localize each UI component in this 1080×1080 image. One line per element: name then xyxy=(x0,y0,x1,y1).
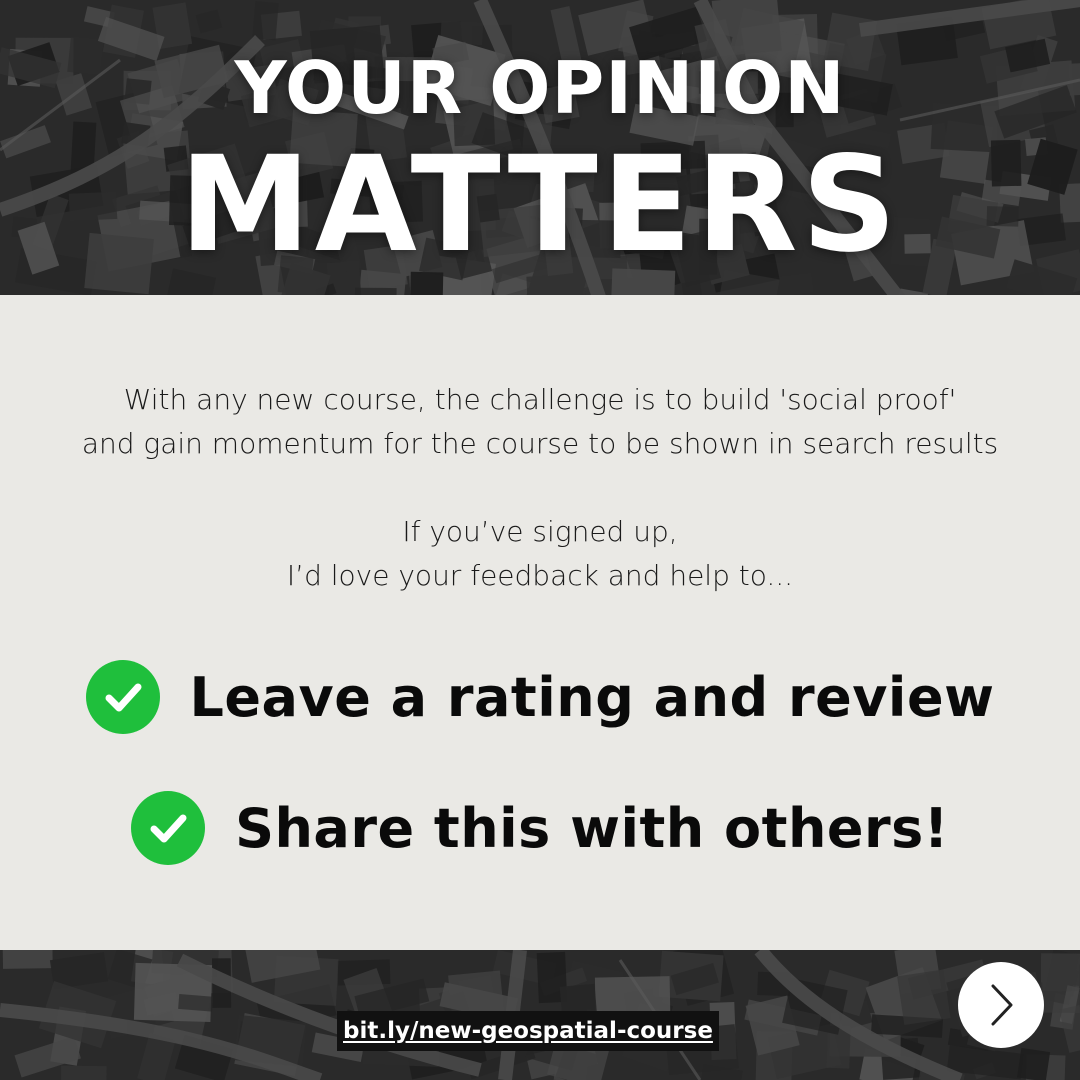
action-label: Share this with others! xyxy=(235,796,949,860)
action-item-rate-review: Leave a rating and review xyxy=(0,660,1080,734)
check-circle-icon xyxy=(85,660,160,734)
content-panel: With any new course, the challenge is to… xyxy=(0,295,1080,950)
intro-line-1: With any new course, the challenge is to… xyxy=(123,383,957,416)
chevron-right-icon xyxy=(991,984,1013,1026)
request-line-2: I’d love your feedback and help to... xyxy=(286,559,794,592)
promo-card: YOUR OPINION MATTERS With any new course… xyxy=(0,0,1080,1080)
headline-line-1: YOUR OPINION xyxy=(234,46,846,130)
request-paragraph: If you’ve signed up, I’d love your feedb… xyxy=(0,510,1080,598)
action-label: Leave a rating and review xyxy=(189,665,995,729)
headline-line-2: MATTERS xyxy=(179,128,901,282)
intro-paragraph: With any new course, the challenge is to… xyxy=(0,378,1080,466)
request-line-1: If you’ve signed up, xyxy=(402,515,678,548)
course-link[interactable]: bit.ly/new-geospatial-course xyxy=(337,1011,719,1051)
intro-line-2: and gain momentum for the course to be s… xyxy=(81,427,999,460)
check-circle-icon xyxy=(131,791,206,865)
action-item-share: Share this with others! xyxy=(0,791,1080,865)
next-slide-button[interactable] xyxy=(958,962,1044,1048)
